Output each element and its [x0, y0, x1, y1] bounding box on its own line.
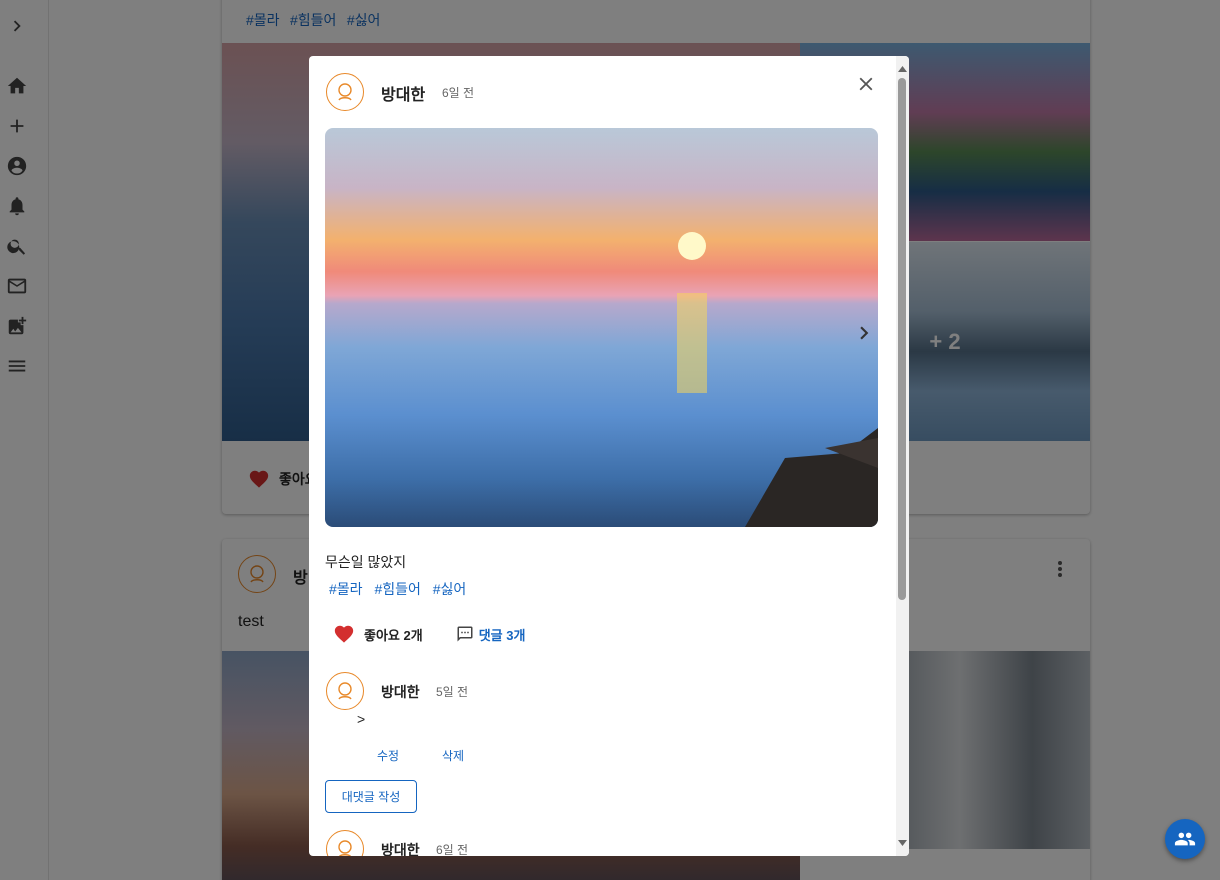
- comment-text: >: [357, 711, 366, 727]
- post-tags: #몰라 #힘들어 #싫어: [329, 579, 474, 599]
- comment-timestamp: 6일 전: [436, 843, 469, 856]
- comment-count: 댓글 3개: [478, 627, 526, 643]
- comment-timestamp: 5일 전: [436, 685, 469, 699]
- hashtag-link[interactable]: #힘들어: [374, 581, 420, 597]
- scroll-down-arrow-icon[interactable]: [896, 838, 909, 848]
- comment-icon: [457, 626, 473, 642]
- post-author[interactable]: 방대한: [381, 81, 425, 105]
- close-icon: [859, 77, 873, 91]
- post-actions: 좋아요 2개 댓글 3개: [333, 623, 525, 645]
- heart-icon[interactable]: [333, 623, 355, 645]
- sunset-painting-image: [325, 128, 878, 527]
- scroll-up-arrow-icon[interactable]: [896, 64, 909, 74]
- reply-button[interactable]: 대댓글 작성: [325, 780, 417, 813]
- modal-scrollbar[interactable]: [896, 56, 909, 856]
- avatar[interactable]: [326, 73, 364, 111]
- hashtag-link[interactable]: #몰라: [329, 581, 363, 597]
- avatar[interactable]: [326, 830, 364, 856]
- hashtag-link[interactable]: #싫어: [433, 581, 467, 597]
- edit-comment-button[interactable]: 수정: [377, 747, 399, 764]
- delete-comment-button[interactable]: 삭제: [442, 747, 464, 764]
- like-count: 좋아요 2개: [364, 627, 423, 643]
- close-button[interactable]: [854, 72, 878, 96]
- avatar-logo-icon: [338, 840, 352, 856]
- next-image-button[interactable]: [851, 320, 877, 346]
- avatar-logo-icon: [338, 682, 352, 700]
- post-image-carousel[interactable]: [325, 128, 878, 527]
- people-fab-button[interactable]: [1165, 819, 1205, 859]
- scrollbar-thumb[interactable]: [898, 78, 906, 600]
- chevron-right-icon: [860, 326, 869, 340]
- post-timestamp: 6일 전: [442, 86, 475, 100]
- post-detail-modal: 방대한 6일 전 무슨일 많았지 #몰라 #힘들어 #싫어 좋아요 2개 댓글 …: [309, 56, 909, 856]
- comment-author[interactable]: 방대한: [381, 682, 420, 702]
- comments-button[interactable]: 댓글 3개: [456, 625, 526, 644]
- avatar[interactable]: [326, 672, 364, 710]
- post-text: 무슨일 많았지: [325, 554, 407, 570]
- avatar-logo-icon: [338, 83, 352, 101]
- people-icon: [1174, 832, 1196, 846]
- comment-author[interactable]: 방대한: [381, 840, 420, 856]
